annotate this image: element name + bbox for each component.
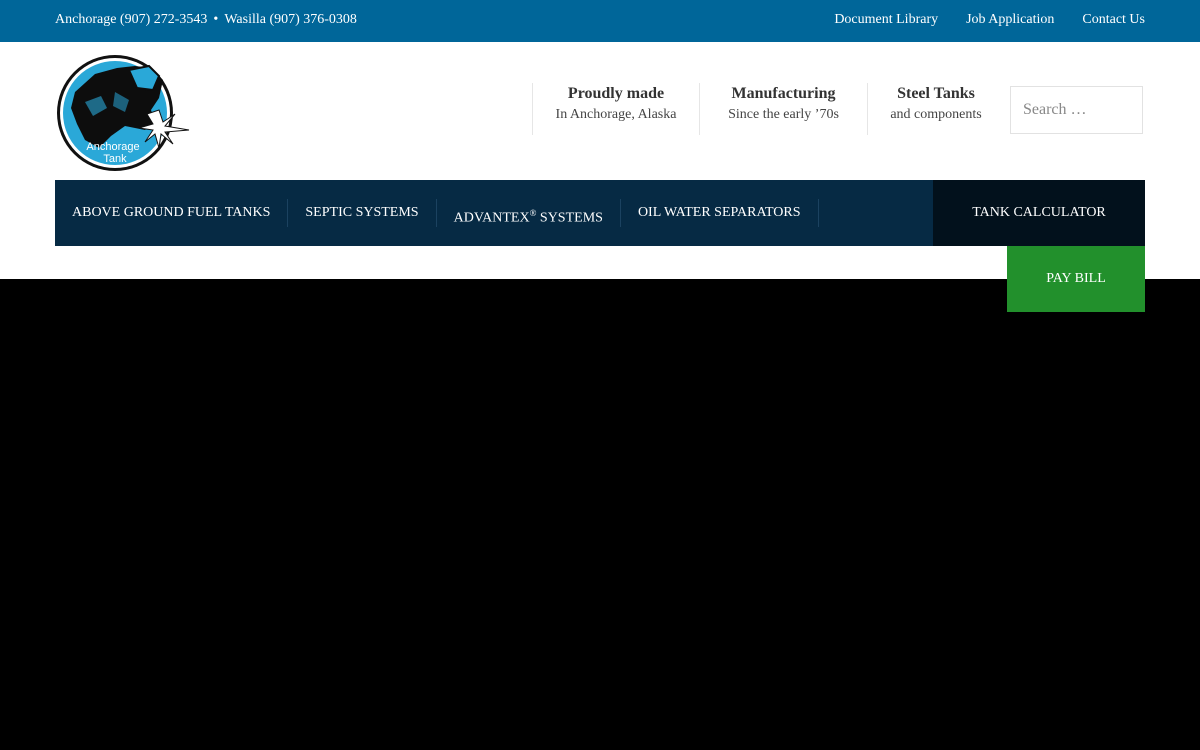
nav-advantex-suffix: SYSTEMS (536, 210, 603, 226)
document-library-link[interactable]: Document Library (834, 12, 938, 28)
feature-subtitle: and components (890, 107, 982, 122)
logo-text-2: Tank (103, 153, 127, 165)
feature-title: Proudly made (567, 85, 665, 102)
site-header: Anchorage Tank Proudly made In Anchorage… (0, 42, 1200, 279)
feature-steel-tanks: Steel Tanks and components (867, 83, 1004, 135)
contact-us-link[interactable]: Contact Us (1082, 12, 1145, 28)
nav-septic-systems[interactable]: SEPTIC SYSTEMS (288, 199, 437, 227)
feature-subtitle: In Anchorage, Alaska (555, 107, 677, 122)
search-input[interactable] (1010, 86, 1143, 134)
phone-anchorage[interactable]: Anchorage (907) 272-3543 (55, 12, 207, 27)
pay-bill-button[interactable]: PAY BILL (1007, 246, 1145, 312)
job-application-link[interactable]: Job Application (966, 12, 1054, 28)
top-links: Document Library Job Application Contact… (834, 12, 1145, 28)
nav-above-ground-fuel-tanks[interactable]: ABOVE GROUND FUEL TANKS (55, 199, 289, 227)
logo-text-1: Anchorage (86, 141, 139, 153)
phone-wasilla[interactable]: Wasilla (907) 376-0308 (224, 12, 357, 27)
feature-title: Manufacturing (731, 85, 836, 102)
feature-subtitle: Since the early ’70s (728, 107, 839, 122)
nav-oil-water-separators[interactable]: OIL WATER SEPARATORS (621, 199, 819, 227)
anchorage-tank-logo[interactable]: Anchorage Tank (55, 52, 191, 174)
tank-calculator-button[interactable]: TANK CALCULATOR (933, 180, 1145, 246)
feature-proudly-made: Proudly made In Anchorage, Alaska (532, 83, 699, 135)
main-nav: ABOVE GROUND FUEL TANKS SEPTIC SYSTEMS A… (55, 180, 933, 246)
phone-numbers: Anchorage (907) 272-3543 • Wasilla (907) 3… (55, 12, 357, 28)
phone-separator: • (213, 12, 219, 27)
nav-advantex-label: ADVANTEX (453, 210, 530, 226)
feature-manufacturing: Manufacturing Since the early ’70s (699, 83, 867, 135)
feature-title: Steel Tanks (897, 85, 975, 102)
feature-highlights: Proudly made In Anchorage, Alaska Manufa… (532, 83, 1004, 135)
top-bar: Anchorage (907) 272-3543 • Wasilla (907) 3… (0, 0, 1200, 42)
nav-advantex-systems[interactable]: ADVANTEX® SYSTEMS (437, 199, 621, 227)
